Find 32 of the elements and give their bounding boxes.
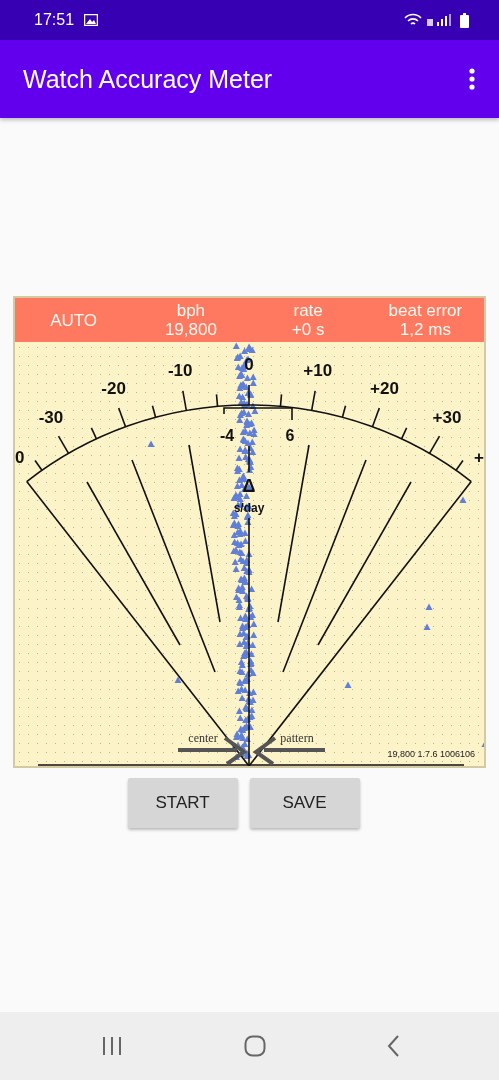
scale-label: +10	[303, 361, 333, 380]
recent-apps-icon[interactable]	[100, 1036, 123, 1056]
mode-label: AUTO	[50, 310, 98, 330]
reading-value: 1,2 ms	[399, 320, 451, 339]
reading-value: 19,800	[164, 320, 217, 339]
battery-icon	[460, 12, 469, 28]
reading-value: +0 s	[291, 320, 325, 339]
scale-label: +30	[432, 408, 462, 428]
action-button[interactable]: START	[127, 778, 238, 828]
scale-label: 0	[15, 447, 25, 467]
reading-label: bph	[176, 301, 206, 320]
scale-label: +20	[370, 378, 399, 398]
back-icon[interactable]	[386, 1035, 399, 1057]
pattern-label: pattern	[280, 731, 314, 745]
home-icon[interactable]	[243, 1035, 266, 1057]
bracket-label: 6	[285, 427, 295, 444]
wifi-icon	[404, 13, 422, 27]
version-label: 19,800 1.7.6 1006106	[387, 749, 475, 759]
center-label: center	[188, 731, 218, 745]
bracket-label: -4	[219, 427, 235, 444]
image-icon	[84, 14, 99, 26]
scale-label: -30	[38, 408, 64, 428]
scale-label: -10	[167, 361, 193, 380]
scale-label: -20	[101, 378, 126, 398]
app-title: Watch Accuracy Meter	[23, 64, 274, 94]
reading-label: rate	[293, 301, 323, 320]
unit-label: s/day	[233, 501, 265, 515]
more-options-icon[interactable]	[469, 68, 475, 90]
status-time: 17:51	[34, 11, 75, 29]
scale-label: +	[474, 447, 484, 467]
reading-label: beat error	[388, 301, 463, 320]
action-button[interactable]: SAVE	[249, 778, 360, 828]
